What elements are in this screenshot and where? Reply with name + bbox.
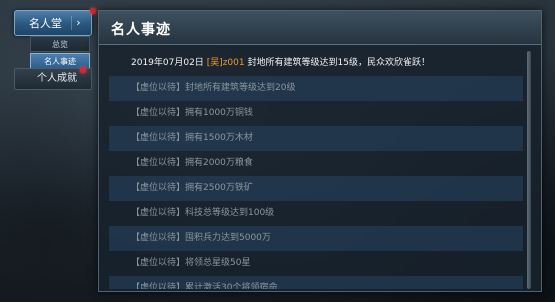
- chevron-right-icon: ›: [71, 16, 85, 30]
- scrollbar-thumb[interactable]: [527, 51, 531, 289]
- hall-of-fame-menu[interactable]: 名人堂 ›: [14, 10, 92, 36]
- deeds-list[interactable]: 2019年07月02日 [吴]z001 封地所有建筑等级达到15级，民众欢欣雀跃…: [109, 51, 523, 289]
- hall-of-fame-submenu: 总览 名人事迹: [30, 36, 90, 70]
- submenu-item-overview[interactable]: 总览: [30, 36, 90, 52]
- list-item: 【虚位以待】拥有2000万粮食: [131, 158, 253, 168]
- list-item: 2019年07月02日 [吴]z001 封地所有建筑等级达到15级，民众欢欣雀跃…: [109, 51, 523, 76]
- panel-header: 名人事迹: [99, 11, 541, 45]
- celebrity-deeds-panel: 名人事迹 2019年07月02日 [吴]z001 封地所有建筑等级达到15级，民…: [98, 10, 542, 292]
- list-item: 【虚位以待】科技总等级达到100级: [131, 208, 275, 218]
- player-name[interactable]: [吴]z001: [207, 58, 245, 68]
- deed-text: 封地所有建筑等级达到15级，民众欢欣雀跃！: [247, 58, 430, 68]
- list-item: 【虚位以待】拥有2500万铁矿: [109, 176, 523, 201]
- notification-dot-icon: [80, 67, 86, 73]
- list-item: 【虚位以待】拥有1000万铜钱: [131, 108, 253, 118]
- panel-title: 名人事迹: [111, 22, 171, 38]
- list-item: 【虚位以待】拥有1500万木材: [109, 126, 523, 151]
- list-item: 【虚位以待】囤积兵力达到5000万: [109, 226, 523, 251]
- list-item: 【虚位以待】累计激活30个将领宿命: [109, 276, 523, 289]
- scrollbar[interactable]: [527, 51, 531, 289]
- deed-date: 2019年07月02日: [131, 58, 204, 68]
- notification-dot-icon: [90, 8, 96, 14]
- list-item: 【虚位以待】将领总星级50星: [131, 258, 251, 268]
- hall-of-fame-label: 名人堂: [29, 17, 62, 30]
- personal-achievements-label: 个人成就: [37, 73, 77, 84]
- list-item: 【虚位以待】封地所有建筑等级达到20级: [109, 76, 523, 101]
